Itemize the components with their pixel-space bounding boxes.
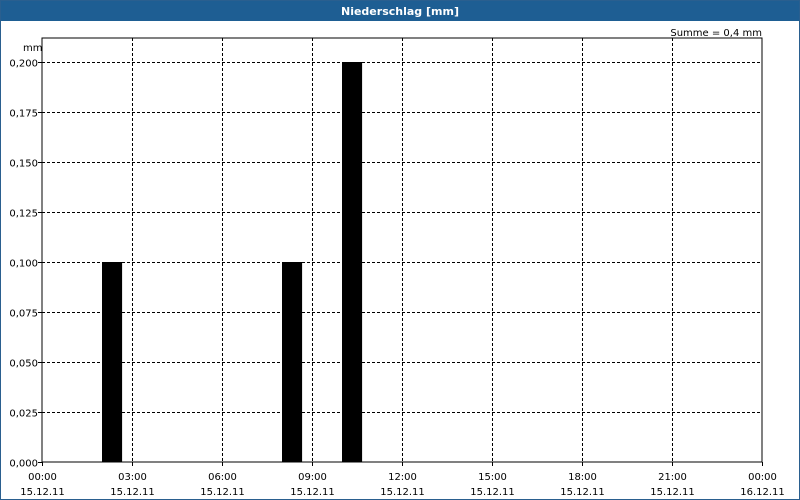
x-tick-date-label: 15.12.11 [470,487,515,498]
y-tick-label: 0,125 [9,209,38,220]
x-tick-time-label: 06:00 [208,472,237,483]
x-tick-time-label: 15:00 [478,472,507,483]
x-tick-time-label: 00:00 [28,472,57,483]
y-axis-unit-label: mm [23,43,42,54]
y-tick-label: 0,000 [9,459,38,470]
y-tick-label: 0,100 [9,259,38,270]
precipitation-bar [342,62,363,462]
x-tick-time-label: 12:00 [388,472,417,483]
x-tick-date-label: 15.12.11 [20,487,65,498]
x-tick-time-label: 18:00 [568,472,597,483]
y-tick-label: 0,025 [9,409,38,420]
precipitation-bar [282,262,303,462]
x-tick-date-label: 15.12.11 [560,487,605,498]
precipitation-bar [102,262,123,462]
x-tick-date-label: 15.12.11 [650,487,695,498]
x-tick-date-label: 16.12.11 [740,487,785,498]
x-tick-date-label: 15.12.11 [380,487,425,498]
x-tick-time-label: 21:00 [658,472,687,483]
x-tick-time-label: 00:00 [748,472,777,483]
x-tick-date-label: 15.12.11 [110,487,155,498]
precipitation-chart: 0,000 0,025 0,050 0,075 0,100 0,125 0,150 0,175… [9,28,785,498]
y-tick-label: 0,175 [9,109,38,120]
y-tick-label: 0,075 [9,309,38,320]
x-tick-date-label: 15.12.11 [290,487,335,498]
y-tick-label: 0,150 [9,159,38,170]
x-tick-time-label: 03:00 [118,472,147,483]
chart-window: Niederschlag [mm] 0,000 0,025 0,050 0,075 0,… [0,0,800,500]
x-tick-time-label: 09:00 [298,472,327,483]
x-tick-date-label: 15.12.11 [200,487,245,498]
y-tick-label: 0,200 [9,59,38,70]
sum-label: Summe = 0,4 mm [670,28,762,39]
y-tick-label: 0,050 [9,359,38,370]
